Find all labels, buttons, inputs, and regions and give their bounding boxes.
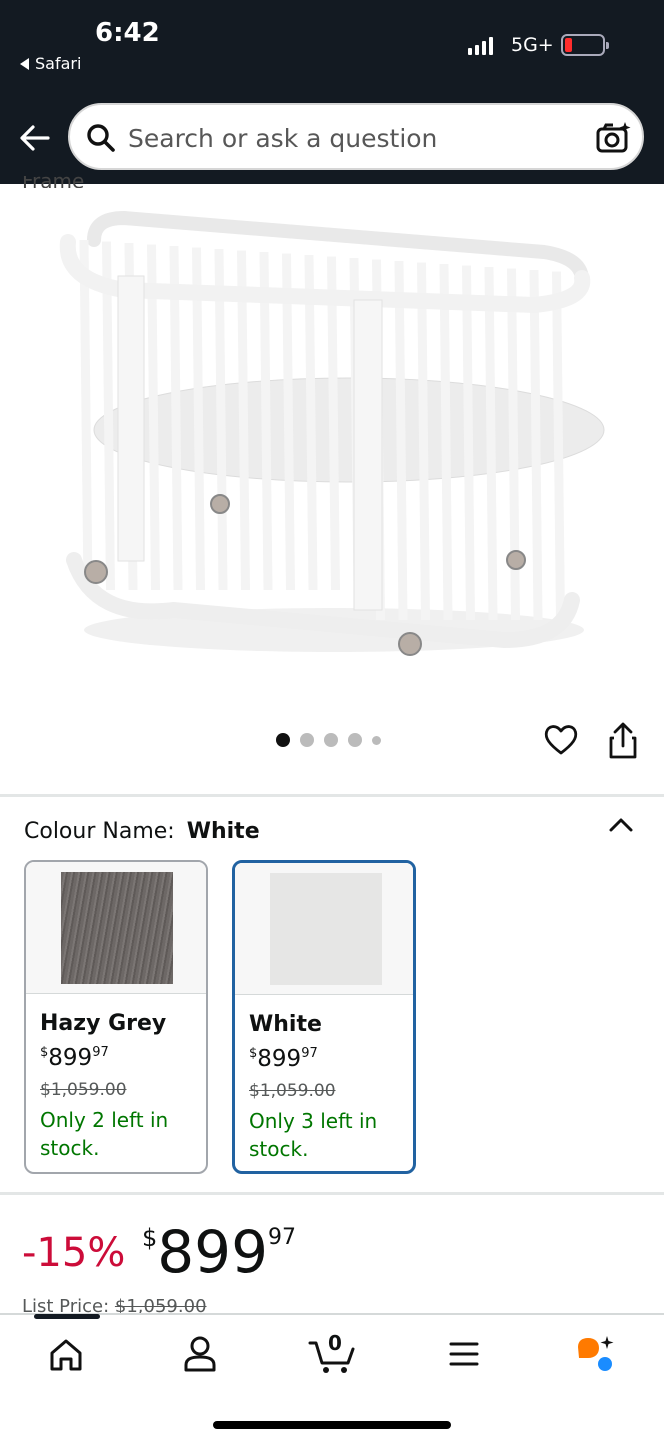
section-divider bbox=[0, 1192, 664, 1195]
carousel-dot[interactable] bbox=[276, 733, 290, 747]
option-stock: Only 3 left in stock. bbox=[249, 1109, 378, 1161]
current-price: $89997 bbox=[142, 1218, 296, 1286]
back-arrow-icon[interactable] bbox=[18, 120, 52, 156]
app-screen: 6:42 Safari 5G+ Search or ask a question… bbox=[0, 0, 664, 1440]
swatch-hazy-grey bbox=[61, 872, 173, 984]
colour-selected-value: White bbox=[186, 819, 260, 844]
discount-percent: -15% bbox=[22, 1230, 126, 1276]
option-price: $89997 bbox=[40, 1045, 109, 1071]
image-carousel-dots[interactable] bbox=[276, 733, 381, 747]
share-icon[interactable] bbox=[606, 722, 640, 760]
section-divider bbox=[0, 794, 664, 797]
bottom-navigation: 0 bbox=[0, 1313, 664, 1440]
colour-option-hazy-grey[interactable]: Hazy Grey $89997 $1,059.00 Only 2 left i… bbox=[24, 860, 208, 1174]
heart-icon[interactable] bbox=[543, 722, 579, 758]
crib-bar bbox=[304, 254, 318, 591]
active-tab-indicator bbox=[34, 1314, 100, 1319]
camera-search-icon[interactable] bbox=[596, 121, 632, 155]
carousel-dot[interactable] bbox=[300, 733, 314, 747]
product-image[interactable] bbox=[34, 200, 630, 670]
option-list-price: $1,059.00 bbox=[40, 1080, 127, 1100]
carousel-dot[interactable] bbox=[348, 733, 362, 747]
signal-icon bbox=[468, 37, 493, 55]
menu-icon[interactable] bbox=[442, 1333, 486, 1375]
home-indicator bbox=[213, 1421, 451, 1429]
home-icon[interactable] bbox=[44, 1333, 88, 1375]
option-name: White bbox=[249, 1012, 322, 1037]
crib-bar bbox=[529, 269, 543, 621]
back-triangle-icon bbox=[20, 57, 29, 70]
carousel-dot[interactable] bbox=[372, 735, 381, 745]
rufus-icon[interactable] bbox=[574, 1333, 618, 1375]
crib-bar bbox=[462, 265, 475, 621]
chevron-up-icon[interactable] bbox=[608, 814, 634, 836]
swatch-image-area bbox=[235, 863, 413, 995]
crib-bar bbox=[327, 256, 340, 591]
crib-bar bbox=[552, 271, 565, 621]
colour-label: Colour Name: bbox=[24, 819, 175, 844]
option-stock: Only 2 left in stock. bbox=[40, 1108, 169, 1160]
crib-bar bbox=[394, 260, 408, 621]
cart-count: 0 bbox=[328, 1331, 342, 1355]
colour-name-row: Colour Name: White bbox=[24, 819, 260, 844]
search-input[interactable] bbox=[128, 119, 578, 157]
account-icon[interactable] bbox=[178, 1333, 222, 1375]
status-time: 6:42 bbox=[95, 18, 160, 48]
battery-icon bbox=[561, 34, 609, 56]
option-name: Hazy Grey bbox=[40, 1011, 167, 1036]
crib-bar bbox=[439, 263, 453, 621]
partial-caption: Frame bbox=[22, 176, 85, 188]
option-list-price: $1,059.00 bbox=[249, 1081, 336, 1101]
cart-button[interactable]: 0 bbox=[308, 1331, 356, 1375]
header: 6:42 Safari 5G+ bbox=[0, 0, 664, 184]
option-price: $89997 bbox=[249, 1046, 318, 1072]
swatch-image-area bbox=[26, 862, 206, 994]
back-to-safari[interactable]: Safari bbox=[20, 54, 81, 73]
colour-option-white[interactable]: White $89997 $1,059.00 Only 3 left in st… bbox=[232, 860, 416, 1174]
search-icon bbox=[87, 124, 115, 152]
crib-bar bbox=[417, 262, 430, 621]
crib-bar bbox=[79, 239, 93, 591]
carousel-dot[interactable] bbox=[324, 733, 338, 747]
swatch-white bbox=[270, 873, 382, 985]
network-type: 5G+ bbox=[511, 34, 554, 56]
back-app-label: Safari bbox=[35, 54, 82, 73]
crib-bar bbox=[484, 266, 498, 621]
search-bar[interactable] bbox=[68, 103, 644, 170]
